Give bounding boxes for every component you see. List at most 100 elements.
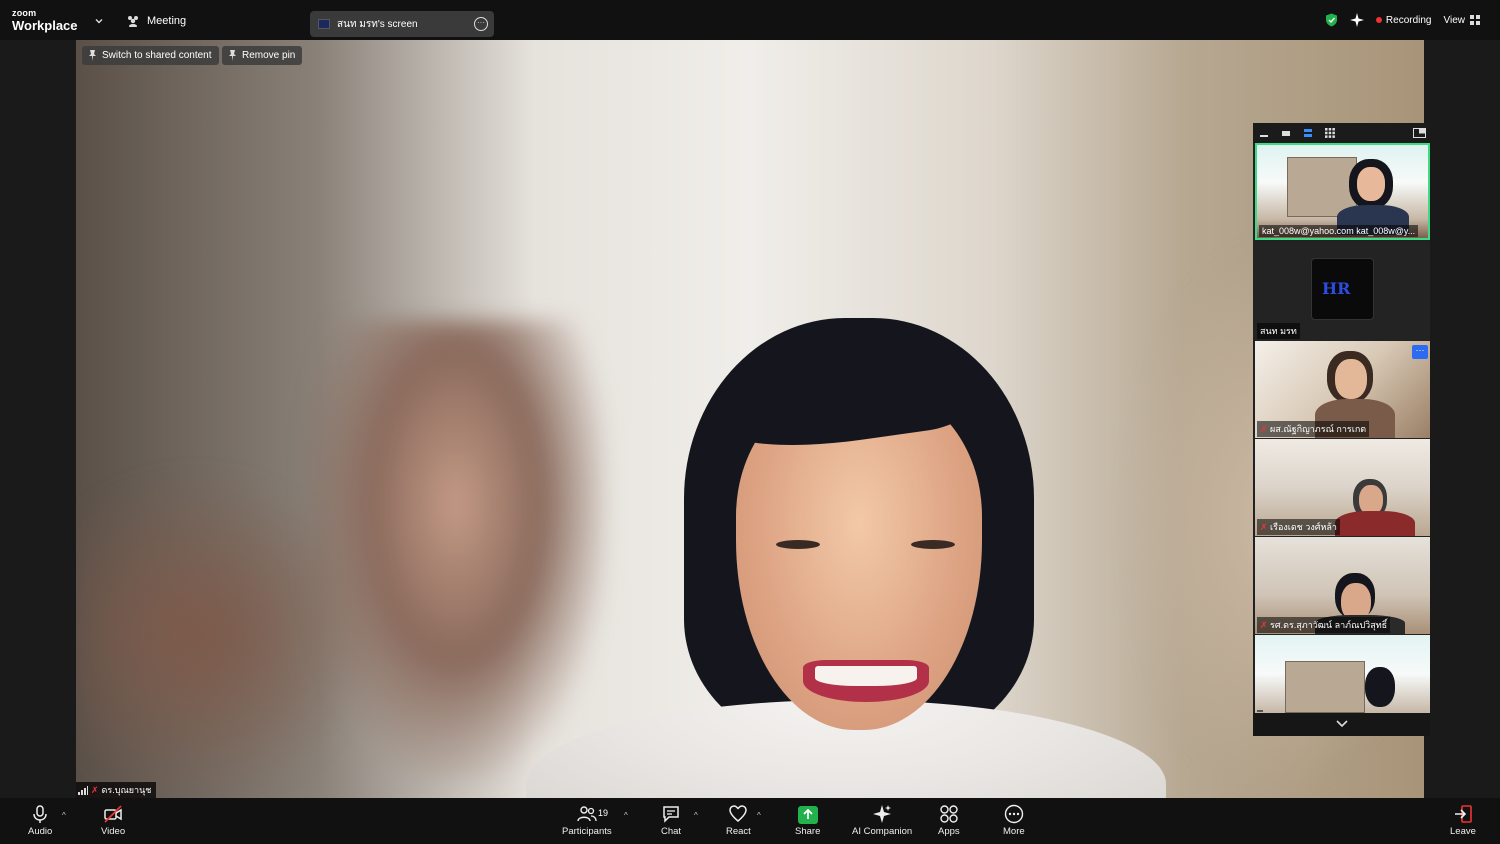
meeting-participants-icon — [128, 16, 138, 27]
participant-tile[interactable]: ✗ รศ.ดร.สุภาวัฒน์ ลาภ์ณปวิสุทธิ์ — [1255, 537, 1430, 634]
more-options-icon[interactable]: ··· — [474, 17, 488, 31]
recording-indicator[interactable]: Recording — [1375, 14, 1432, 26]
gallery-strip-header — [1253, 123, 1430, 143]
speaker-name-tag: ✗ ดร.บุณยานุช — [76, 782, 157, 798]
more-icon — [1004, 804, 1024, 824]
screen-thumbnail-icon — [318, 19, 330, 29]
single-view-icon[interactable] — [1281, 128, 1291, 138]
top-right-controls: Recording View — [1325, 13, 1480, 27]
participant-name: ✗ รศ.ดร.สุภาวัฒน์ ลาภ์ณปวิสุทธิ์ — [1257, 617, 1391, 633]
minimize-icon[interactable] — [1259, 128, 1269, 138]
participant-name — [1257, 710, 1263, 712]
participant-tile[interactable] — [1255, 635, 1430, 713]
strip-view-icon[interactable] — [1303, 128, 1313, 138]
participant-name-text: รศ.ดร.สุภาวัฒน์ ลาภ์ณปวิสุทธิ์ — [1270, 620, 1388, 630]
participant-name: ✗ เรืองเดช วงศ์หล้า — [1257, 519, 1340, 535]
more-options-icon[interactable]: ··· — [1412, 345, 1428, 359]
video-off-icon — [104, 805, 122, 823]
participant-face — [1335, 359, 1367, 399]
participant-name: สนท มรท — [1257, 323, 1300, 339]
apps-icon — [940, 805, 958, 823]
main-speaker-video[interactable]: Switch to shared content Remove pin ✗ ดร… — [76, 40, 1424, 798]
remove-pin-label: Remove pin — [242, 50, 296, 61]
hr-logo-image: HR — [1311, 258, 1374, 320]
chat-label: Chat — [661, 826, 682, 837]
participant-name: kat_008w@yahoo.com kat_008w@y... — [1259, 225, 1419, 237]
ai-companion-label: AI Companion — [852, 826, 913, 837]
screen-share-label: สนท มรท's screen — [337, 18, 418, 30]
audio-label: Audio — [28, 826, 53, 837]
view-button[interactable]: View — [1443, 14, 1480, 26]
participant-hair — [1365, 667, 1395, 707]
recording-dot-icon — [1375, 16, 1382, 23]
leave-button[interactable]: Leave — [1450, 804, 1476, 837]
react-options-caret[interactable]: ^ — [757, 811, 761, 820]
apps-button[interactable]: Apps — [938, 804, 960, 837]
participant-tile[interactable]: ✗ เรืองเดช วงศ์หล้า — [1255, 439, 1430, 536]
audio-button[interactable]: Audio — [28, 804, 52, 837]
grid-view-icon — [1470, 15, 1480, 25]
screen-share-indicator[interactable]: สนท มรท's screen ··· — [310, 11, 494, 37]
heart-icon — [729, 805, 748, 822]
video-label: Video — [101, 826, 126, 837]
video-button[interactable]: Video — [101, 804, 125, 837]
chat-button[interactable]: Chat — [661, 804, 681, 837]
participants-count: 19 — [598, 808, 609, 818]
ai-companion-button[interactable]: AI Companion — [852, 804, 912, 837]
audio-options-caret[interactable]: ^ — [62, 811, 66, 820]
hr-logo-text: HR — [1322, 279, 1351, 298]
meeting-label: Meeting — [147, 15, 187, 27]
chat-options-caret[interactable]: ^ — [694, 811, 698, 820]
participant-tile[interactable]: HR สนท มรท — [1255, 243, 1430, 340]
speaker-eye — [911, 540, 955, 549]
remove-pin-button[interactable]: Remove pin — [222, 46, 303, 65]
speaker-name: ดร.บุณยานุช — [101, 785, 152, 795]
logo-big-text: Workplace — [12, 18, 78, 33]
participant-tile[interactable]: ··· ✗ ผส.ณัฐกิญาภรณ์ การเกต — [1255, 341, 1430, 438]
more-button[interactable]: More — [1003, 804, 1025, 837]
speaker-eye — [776, 540, 820, 549]
pin-icon — [229, 50, 236, 61]
view-label: View — [1443, 14, 1466, 26]
participant-body — [1335, 511, 1415, 536]
participant-face — [1357, 167, 1385, 201]
react-label: React — [726, 826, 751, 837]
apps-label: Apps — [938, 826, 960, 837]
building-image — [1285, 661, 1365, 713]
background-person-blur — [306, 320, 606, 780]
chat-icon — [663, 806, 679, 823]
chevron-down-icon — [1335, 720, 1348, 728]
zoom-workplace-logo[interactable]: zoom Workplace — [12, 8, 78, 33]
share-label: Share — [795, 826, 821, 837]
gallery-scroll-down-button[interactable] — [1253, 713, 1430, 736]
meeting-info-button[interactable]: Meeting — [126, 15, 186, 27]
bottom-toolbar: Audio ^ Video Participants 19 ^ Chat ^ R… — [0, 798, 1500, 844]
signal-strength-icon — [78, 785, 88, 795]
participants-label: Participants — [562, 826, 612, 837]
participants-options-caret[interactable]: ^ — [624, 811, 628, 820]
mic-muted-icon: ✗ — [91, 784, 99, 795]
switch-to-shared-content-button[interactable]: Switch to shared content — [82, 46, 219, 65]
leave-label: Leave — [1450, 826, 1476, 837]
recording-label: Recording — [1385, 14, 1432, 26]
mic-muted-icon: ✗ — [1260, 522, 1271, 532]
chevron-down-icon[interactable] — [94, 16, 104, 26]
participant-name: ✗ ผส.ณัฐกิญาภรณ์ การเกต — [1257, 421, 1370, 437]
speaker-mouth — [803, 660, 929, 702]
react-button[interactable]: React — [726, 804, 751, 837]
participant-name-text: ผส.ณัฐกิญาภรณ์ การเกต — [1270, 424, 1367, 434]
pop-out-icon[interactable] — [1413, 128, 1426, 138]
mic-muted-icon: ✗ — [1260, 424, 1271, 434]
speaker-teeth — [815, 666, 917, 686]
grid-view-icon[interactable] — [1325, 128, 1335, 138]
participants-icon — [577, 806, 597, 822]
gallery-strip: kat_008w@yahoo.com kat_008w@y... HR สนท … — [1253, 123, 1430, 736]
shield-icon[interactable] — [1325, 13, 1338, 27]
participant-tile[interactable]: kat_008w@yahoo.com kat_008w@y... — [1255, 143, 1430, 240]
microphone-icon — [33, 805, 47, 823]
share-button[interactable]: Share — [795, 804, 820, 837]
more-label: More — [1003, 826, 1025, 837]
sparkle-icon[interactable] — [1349, 13, 1364, 27]
mic-muted-icon: ✗ — [1260, 620, 1271, 630]
logo-small-text: zoom — [12, 8, 37, 18]
